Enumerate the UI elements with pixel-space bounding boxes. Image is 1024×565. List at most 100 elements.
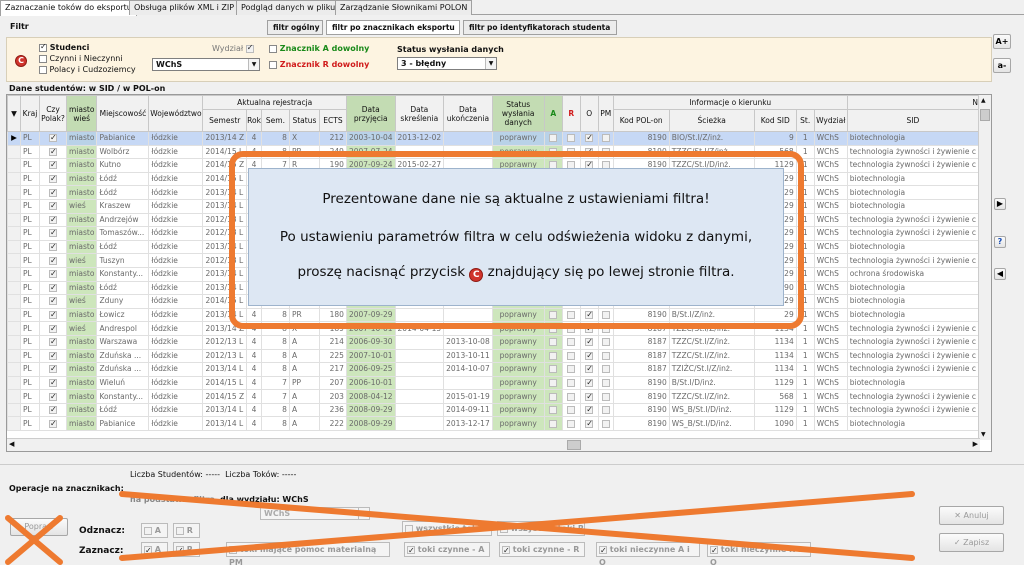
checkbox-icon[interactable]: [585, 418, 594, 430]
help-button[interactable]: ?: [994, 236, 1006, 248]
checkbox-cell[interactable]: [579, 131, 599, 146]
col-st[interactable]: St.: [795, 109, 815, 132]
checkbox-icon[interactable]: [49, 282, 57, 294]
checkbox-cell[interactable]: [597, 416, 614, 432]
znacznik-r-row[interactable]: Znacznik R dowolny: [269, 60, 369, 69]
row-indicator[interactable]: [7, 144, 21, 160]
checkbox-icon[interactable]: [269, 44, 277, 53]
prev-arrow-button[interactable]: ◀: [994, 268, 1006, 280]
checkbox-cell[interactable]: [39, 375, 67, 391]
checkbox-cell[interactable]: [39, 321, 67, 336]
checkbox-cell[interactable]: [579, 348, 599, 364]
zoom-in-button[interactable]: A+: [993, 34, 1011, 49]
tab-zaznaczanie[interactable]: Zaznaczanie toków do eksportu: [0, 0, 137, 16]
checkbox-cell[interactable]: [561, 334, 581, 350]
col-kod-polon[interactable]: Kod POL-on: [612, 109, 670, 132]
checkbox-cell[interactable]: [579, 375, 599, 391]
checkbox-cell[interactable]: [39, 266, 67, 282]
col-data-skreslenia[interactable]: Data skreślenia: [394, 95, 445, 132]
wydzial-select[interactable]: WChS ▼: [152, 58, 260, 71]
checkbox-icon[interactable]: [49, 160, 57, 171]
checkbox-icon[interactable]: [49, 187, 57, 198]
checkbox-icon[interactable]: [585, 336, 594, 348]
checkbox-icon[interactable]: [49, 146, 57, 158]
tab-filtr-znaczniki[interactable]: filtr po znacznikach eksportu: [326, 20, 460, 35]
checkbox-icon[interactable]: [49, 350, 57, 362]
checkbox-icon[interactable]: [567, 378, 576, 387]
checkbox-icon[interactable]: [567, 406, 576, 415]
checkbox-cell[interactable]: [39, 131, 67, 146]
table-row[interactable]: PL miastoŁódźłódzkie2013/14 L48A2362008-0…: [7, 402, 979, 418]
checkbox-cell[interactable]: [561, 131, 581, 146]
row-indicator[interactable]: [7, 321, 21, 336]
checkbox-cell[interactable]: [543, 416, 563, 432]
checkbox-cell[interactable]: [39, 294, 67, 309]
checkbox-icon[interactable]: [49, 228, 57, 239]
row-indicator[interactable]: [7, 253, 21, 268]
col-miasto-wies[interactable]: miasto wieś: [65, 95, 98, 132]
col-wojewodztwo[interactable]: Województwo: [148, 95, 204, 132]
checkbox-icon[interactable]: [49, 268, 57, 280]
checkbox-cell[interactable]: [543, 131, 563, 146]
col-wydzial[interactable]: Wydział: [813, 109, 848, 132]
row-indicator[interactable]: [7, 362, 21, 377]
row-indicator[interactable]: [7, 389, 21, 404]
checkbox-icon[interactable]: [549, 392, 558, 401]
col-o[interactable]: O: [579, 95, 599, 132]
col-kraj[interactable]: Kraj: [20, 95, 40, 132]
row-indicator[interactable]: [7, 198, 21, 214]
checkbox-cell[interactable]: [39, 144, 67, 160]
checkbox-icon[interactable]: [585, 364, 594, 375]
scroll-right-icon[interactable]: ▶: [973, 440, 978, 448]
checkbox-icon[interactable]: [49, 364, 57, 375]
checkbox-icon[interactable]: [567, 365, 576, 374]
checkbox-icon[interactable]: [567, 419, 576, 428]
checkbox-icon[interactable]: [49, 173, 57, 185]
checkbox-cell[interactable]: [39, 334, 67, 350]
checkbox-cell[interactable]: [561, 389, 581, 404]
checkbox-cell[interactable]: [543, 389, 563, 404]
checkbox-icon[interactable]: [549, 378, 558, 387]
checkbox-icon[interactable]: [549, 365, 558, 374]
checkbox-cell[interactable]: [561, 375, 581, 391]
checkbox-icon[interactable]: [49, 391, 57, 402]
zoom-out-button[interactable]: a-: [993, 58, 1011, 73]
checkbox-icon[interactable]: [49, 255, 57, 266]
grid-horizontal-scrollbar[interactable]: ◀ ▶: [7, 438, 980, 451]
col-status-wyslania[interactable]: Status wysłania danych: [491, 95, 545, 132]
row-indicator[interactable]: [7, 171, 21, 187]
row-indicator[interactable]: [7, 416, 21, 432]
checkbox-icon[interactable]: [601, 351, 610, 360]
checkbox-cell[interactable]: [597, 131, 614, 146]
next-arrow-button[interactable]: ▶: [994, 198, 1006, 210]
table-row[interactable]: PLmiastoWarszawałódzkie2012/13 L48A21420…: [7, 334, 979, 350]
row-indicator[interactable]: [7, 266, 21, 282]
row-indicator[interactable]: [7, 334, 21, 350]
table-row[interactable]: PL miastoZduńska ...łódzkie2013/14 L48A21…: [7, 362, 979, 377]
checkbox-icon[interactable]: [601, 419, 610, 428]
checkbox-cell[interactable]: [561, 402, 581, 418]
col-r[interactable]: R: [561, 95, 581, 132]
checkbox-cell[interactable]: [39, 198, 67, 214]
cb-polacy-row[interactable]: Polacy i Cudzoziemcy: [39, 65, 136, 74]
checkbox-cell[interactable]: [597, 362, 614, 377]
checkbox-icon[interactable]: [585, 404, 594, 416]
checkbox-cell[interactable]: [597, 402, 614, 418]
checkbox-cell[interactable]: [39, 226, 67, 241]
checkbox-cell[interactable]: [561, 348, 581, 364]
checkbox-cell[interactable]: [39, 402, 67, 418]
grid-vertical-scrollbar[interactable]: ▲ ▼: [978, 95, 991, 440]
checkbox-icon[interactable]: [567, 338, 576, 347]
checkbox-cell[interactable]: [39, 362, 67, 377]
table-row[interactable]: PL miastoWieluńłódzkie2014/15 L47PP207200…: [7, 375, 979, 391]
checkbox-icon[interactable]: [49, 404, 57, 416]
row-indicator[interactable]: [7, 375, 21, 391]
col-data-przyjecia[interactable]: Data przyjęcia: [345, 95, 396, 132]
checkbox-icon[interactable]: [49, 309, 57, 321]
col-sem[interactable]: Sem.: [260, 109, 290, 132]
checkbox-icon[interactable]: [601, 378, 610, 387]
row-indicator[interactable]: [7, 212, 21, 228]
scroll-up-icon[interactable]: ▲: [981, 97, 986, 104]
row-indicator[interactable]: [7, 239, 21, 255]
checkbox-icon[interactable]: [585, 377, 594, 389]
